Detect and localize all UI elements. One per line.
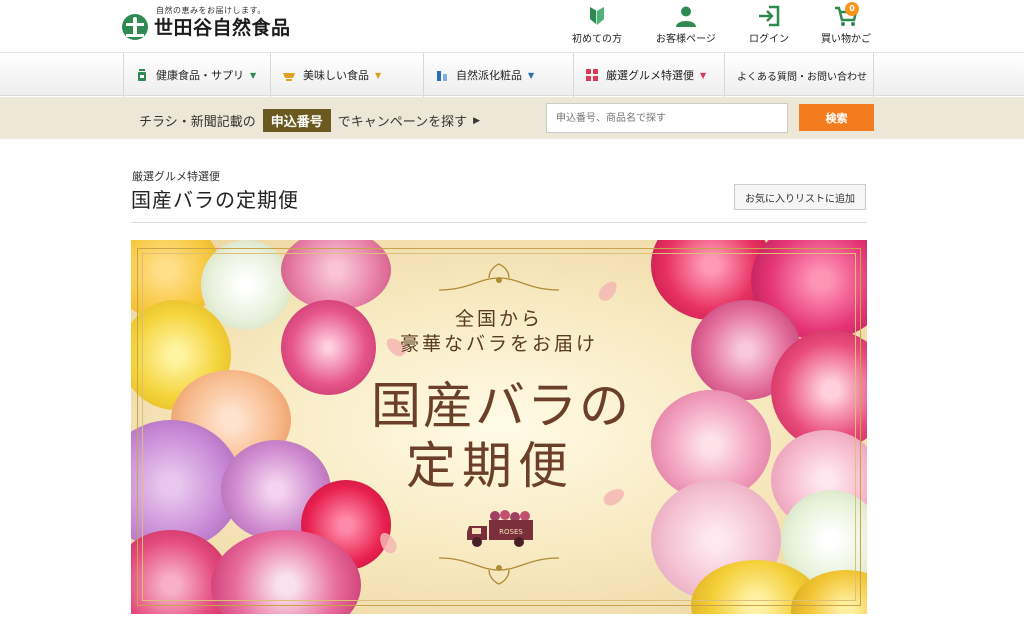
- category-label: 厳選グルメ特選便: [606, 69, 694, 82]
- ornament-flourish-icon: [438, 557, 560, 585]
- user-icon: [674, 4, 698, 28]
- chevron-down-icon: ▼: [375, 70, 382, 80]
- category-natural-cosmetics[interactable]: 自然派化粧品 ▼: [423, 53, 573, 97]
- site-header: 自然の恵みをお届けします。 世田谷自然食品 初めての方 お客様ページ ログイン …: [0, 0, 1024, 52]
- campaign-search-caption: チラシ・新聞記載の 申込番号 でキャンペーンを探す ▶: [139, 109, 480, 132]
- category-nav: 健康食品・サプリ ▼ 美味しい食品 ▼ 自然派化粧品 ▼ 厳選グルメ特選便 ▼ …: [0, 52, 1024, 97]
- nav-beginners[interactable]: 初めての方: [572, 4, 622, 45]
- ornament-flourish-icon: [438, 263, 560, 291]
- shopping-cart-icon: 0: [834, 2, 859, 28]
- gift-box-icon: [586, 69, 598, 81]
- cosmetics-icon: [437, 71, 447, 81]
- category-label: 健康食品・サプリ: [156, 69, 244, 82]
- logo-tagline: 自然の恵みをお届けします。: [156, 6, 266, 15]
- supplement-bottle-icon: [138, 69, 146, 81]
- delivery-truck-icon: ROSES: [467, 510, 533, 547]
- application-number-badge: 申込番号: [262, 109, 331, 132]
- hero-banner: 全国から 豪華なバラをお届け 国産バラの 定期便 ROSES: [131, 240, 867, 614]
- category-label: 自然派化粧品: [456, 69, 522, 82]
- chevron-down-icon: ▼: [250, 70, 257, 80]
- category-health-supplements[interactable]: 健康食品・サプリ ▼: [123, 53, 270, 97]
- food-bowl-icon: [283, 73, 295, 81]
- breadcrumb[interactable]: 厳選グルメ特選便: [132, 168, 220, 184]
- nav-login[interactable]: ログイン: [749, 4, 789, 45]
- site-logo[interactable]: 自然の恵みをお届けします。 世田谷自然食品: [122, 4, 291, 40]
- campaign-search-bar: チラシ・新聞記載の 申込番号 でキャンペーンを探す ▶ 検索: [0, 97, 1024, 139]
- divider: [131, 222, 867, 223]
- category-delicious-foods[interactable]: 美味しい食品 ▼: [270, 53, 423, 97]
- category-label: よくある質問・お問い合わせ: [737, 71, 867, 83]
- category-gourmet-selection[interactable]: 厳選グルメ特選便 ▼: [573, 53, 724, 97]
- chevron-down-icon: ▼: [700, 70, 707, 80]
- page-title: 国産バラの定期便: [131, 188, 299, 212]
- category-label: 美味しい食品: [303, 69, 369, 82]
- nav-cart[interactable]: 0 買い物かご: [821, 2, 871, 45]
- logo-mark-icon: [122, 14, 148, 40]
- category-faq-contact[interactable]: よくある質問・お問い合わせ: [724, 53, 874, 97]
- nav-customer-page[interactable]: お客様ページ: [656, 4, 716, 45]
- nav-cart-label: 買い物かご: [821, 34, 871, 45]
- search-button[interactable]: 検索: [799, 104, 874, 131]
- add-to-favorites-button[interactable]: お気に入りリストに追加: [734, 184, 866, 210]
- login-icon: [757, 4, 781, 28]
- cart-count-badge: 0: [845, 2, 859, 16]
- campaign-search-input[interactable]: [546, 103, 788, 133]
- nav-beginners-label: 初めての方: [572, 34, 622, 45]
- banner-lead-line1: 全国から: [454, 308, 543, 330]
- triangle-right-icon: ▶: [473, 115, 481, 126]
- nav-login-label: ログイン: [749, 34, 789, 45]
- chevron-down-icon: ▼: [528, 70, 535, 80]
- brand-name: 世田谷自然食品: [154, 17, 291, 39]
- banner-lead-line2: 豪華なバラをお届け: [399, 333, 598, 355]
- nav-customer-page-label: お客様ページ: [656, 34, 716, 45]
- truck-label: ROSES: [499, 528, 523, 536]
- banner-title-line2: 定期便: [406, 437, 574, 495]
- beginner-mark-icon: [585, 4, 609, 28]
